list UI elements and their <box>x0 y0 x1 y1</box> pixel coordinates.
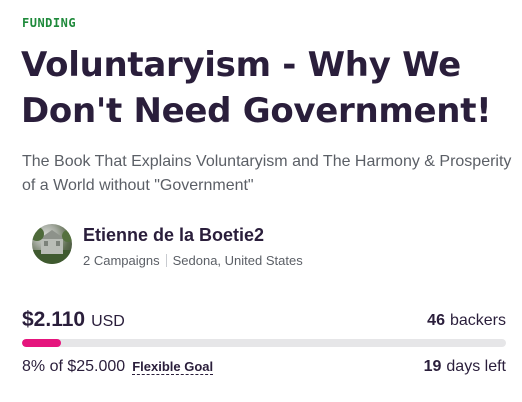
owner-campaigns: 2 Campaigns <box>83 253 160 268</box>
days-left: 19 days left <box>424 358 506 376</box>
campaign-title: Voluntaryism - Why We Don't Need Governm… <box>21 45 492 131</box>
campaign-subtitle: The Book That Explains Voluntaryism and … <box>22 153 512 194</box>
funding-progress-fill <box>22 339 61 347</box>
backers-number: 46 <box>427 312 445 329</box>
avatar[interactable] <box>32 224 72 264</box>
days-label: days left <box>446 358 506 375</box>
goal-text: 8% of $25.000 <box>22 358 126 375</box>
meta-divider <box>165 254 167 267</box>
days-number: 19 <box>423 358 442 375</box>
funding-progress-bar <box>22 339 506 347</box>
backers-count: 46 backers <box>427 312 506 330</box>
backers-label: backers <box>449 312 506 329</box>
owner-info: Etienne de la Boetie2 2 Campaigns Sedona… <box>83 224 303 268</box>
campaign-owner: Etienne de la Boetie2 2 Campaigns Sedona… <box>32 224 303 268</box>
flexible-goal-link[interactable]: Flexible Goal <box>132 359 214 375</box>
raised-currency: USD <box>91 313 125 330</box>
raised-amount: $2.110 <box>22 308 86 331</box>
amount-raised: $2.110 USD <box>22 308 125 332</box>
section-eyebrow: FUNDING <box>22 16 77 30</box>
funding-goal: 8% of $25.000 Flexible Goal <box>22 358 214 376</box>
owner-name[interactable]: Etienne de la Boetie2 <box>83 224 303 246</box>
owner-location: Sedona, United States <box>172 253 303 268</box>
owner-meta: 2 Campaigns Sedona, United States <box>83 253 303 268</box>
avatar-photo <box>32 227 72 264</box>
